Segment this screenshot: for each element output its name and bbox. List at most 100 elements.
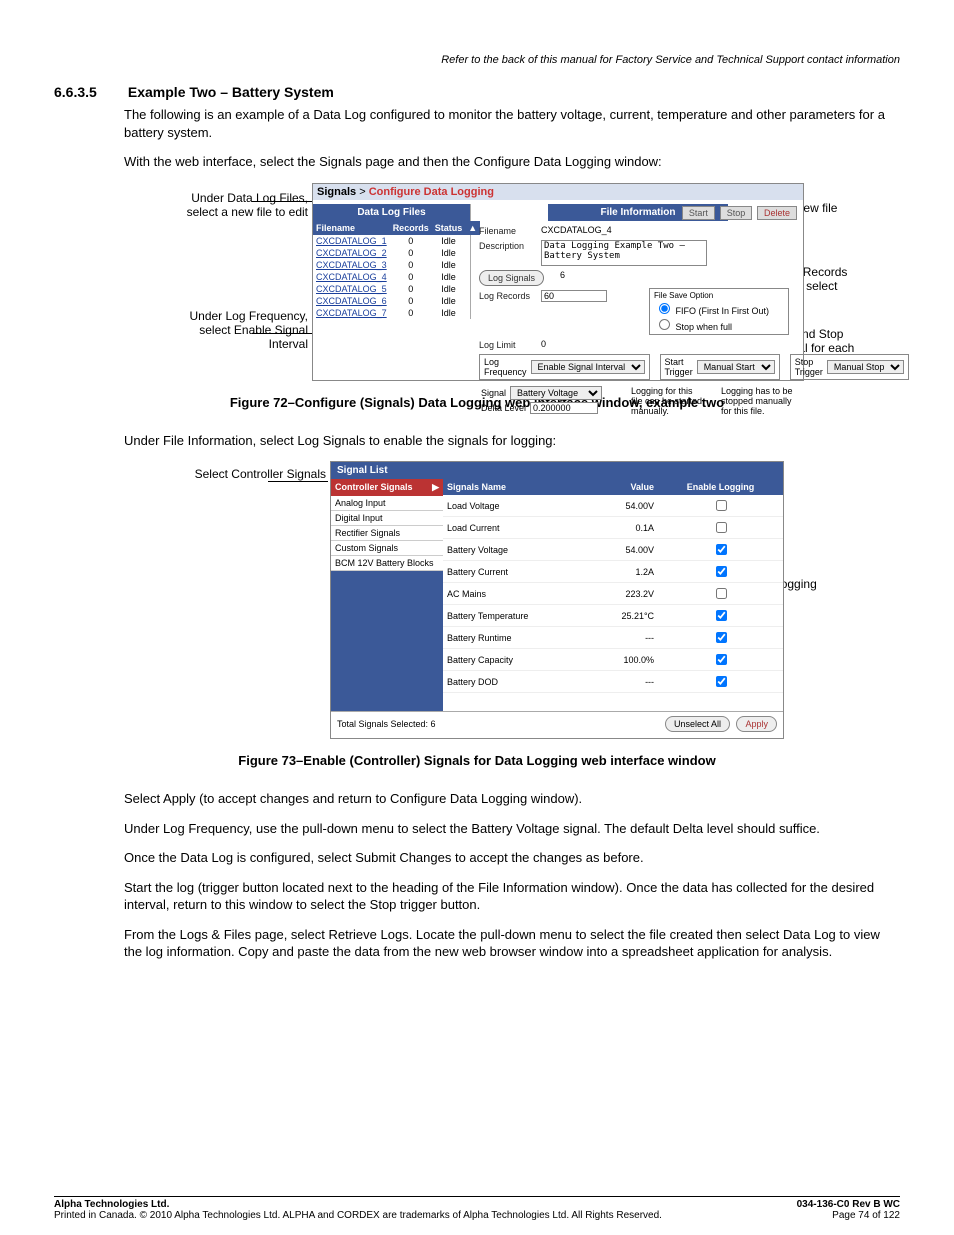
callout-left: Under Log Frequency, select Enable Signa… [168, 309, 308, 351]
unselect-all-button[interactable]: Unselect All [665, 716, 730, 732]
callout-line [268, 481, 328, 482]
section-number: 6.6.3.5 [54, 84, 124, 100]
stop-button[interactable]: Stop [720, 206, 753, 220]
stop-when-full-radio[interactable] [659, 319, 670, 330]
status-cell: Idle [432, 271, 466, 283]
stop-trigger-group: Stop Trigger Manual Stop [790, 354, 909, 380]
total-signals-selected: Total Signals Selected: 6 [337, 719, 436, 729]
figure-caption: Figure 73–Enable (Controller) Signals fo… [54, 753, 900, 768]
start-button[interactable]: Start [682, 206, 715, 220]
value-loglimit: 0 [541, 339, 546, 349]
status-cell: Idle [432, 307, 466, 319]
signal-name-cell: Battery Runtime [443, 627, 591, 649]
records-cell: 0 [390, 295, 432, 307]
log-frequency-group: Log Frequency Enable Signal Interval [479, 354, 650, 380]
filename-link[interactable]: CXCDATALOG_4 [313, 271, 390, 283]
signal-value-cell: 54.00V [591, 539, 658, 561]
paragraph: Start the log (trigger button located ne… [124, 879, 900, 914]
enable-logging-checkbox[interactable] [716, 566, 727, 577]
data-log-files-panel: Data Log Files Filename Records Status ▲… [313, 204, 471, 319]
description-input[interactable]: Data Logging Example Two – Battery Syste… [541, 240, 707, 266]
log-signals-button[interactable]: Log Signals [479, 270, 544, 286]
enable-logging-checkbox[interactable] [716, 522, 727, 533]
enable-logging-checkbox[interactable] [716, 544, 727, 555]
signal-value-cell: 223.2V [591, 583, 658, 605]
section-heading: 6.6.3.5 Example Two – Battery System [54, 84, 900, 100]
apply-button[interactable]: Apply [736, 716, 777, 732]
table-row: AC Mains223.2V [443, 583, 783, 605]
signal-list-window: Signal List Controller Signals ▶ Analog … [330, 461, 784, 739]
sidebar-item[interactable]: Analog Input [331, 496, 443, 511]
signal-name-cell: Battery Voltage [443, 539, 591, 561]
log-records-input[interactable] [541, 290, 607, 302]
records-cell: 0 [390, 283, 432, 295]
sidebar-item[interactable]: Digital Input [331, 511, 443, 526]
stop-trigger-select[interactable]: Manual Stop [827, 360, 904, 374]
filename-link[interactable]: CXCDATALOG_6 [313, 295, 390, 307]
footer-doc-id: 034-136-C0 Rev B WC [797, 1199, 900, 1210]
enable-logging-checkbox[interactable] [716, 610, 727, 621]
panel-title: Data Log Files [313, 204, 470, 221]
signal-select[interactable]: Battery Voltage [510, 386, 602, 400]
table-row[interactable]: CXCDATALOG_30Idle [313, 259, 480, 271]
start-trigger-select[interactable]: Manual Start [697, 360, 775, 374]
sidebar-item[interactable]: BCM 12V Battery Blocks [331, 556, 443, 571]
filename-link[interactable]: CXCDATALOG_3 [313, 259, 390, 271]
enable-logging-checkbox[interactable] [716, 676, 727, 687]
label-stop-trigger: Stop Trigger [795, 357, 823, 377]
records-cell: 0 [390, 271, 432, 283]
signal-name-cell: Load Voltage [443, 495, 591, 517]
callout-left: Under Data Log Files, select a new file … [168, 191, 308, 219]
enable-logging-checkbox[interactable] [716, 654, 727, 665]
paragraph: Under File Information, select Log Signa… [124, 432, 900, 450]
window-title: Signal List [331, 462, 783, 479]
enable-logging-checkbox[interactable] [716, 500, 727, 511]
col-enable-logging[interactable]: Enable Logging [658, 479, 783, 495]
file-save-option-title: File Save Option [654, 291, 784, 300]
sidebar-item[interactable]: Rectifier Signals [331, 526, 443, 541]
signal-name-cell: Battery Capacity [443, 649, 591, 671]
value-filename: CXCDATALOG_4 [541, 225, 612, 235]
status-cell: Idle [432, 259, 466, 271]
col-value[interactable]: Value [591, 479, 658, 495]
log-frequency-select[interactable]: Enable Signal Interval [531, 360, 645, 374]
table-row[interactable]: CXCDATALOG_40Idle [313, 271, 480, 283]
filename-link[interactable]: CXCDATALOG_1 [313, 235, 390, 247]
sidebar-item[interactable]: Custom Signals [331, 541, 443, 556]
label-description: Description [479, 240, 535, 251]
signal-name-cell: AC Mains [443, 583, 591, 605]
table-row[interactable]: CXCDATALOG_70Idle [313, 307, 480, 319]
table-row[interactable]: CXCDATALOG_60Idle [313, 295, 480, 307]
enable-logging-checkbox[interactable] [716, 588, 727, 599]
signal-value-cell: --- [591, 627, 658, 649]
signal-name-cell: Load Current [443, 517, 591, 539]
breadcrumb-signals[interactable]: Signals [317, 186, 356, 198]
table-row[interactable]: CXCDATALOG_10Idle [313, 235, 480, 247]
filename-link[interactable]: CXCDATALOG_5 [313, 283, 390, 295]
label-start-trigger: Start Trigger [665, 357, 693, 377]
delta-level-input[interactable] [530, 402, 598, 414]
table-row: Battery Capacity100.0% [443, 649, 783, 671]
filename-link[interactable]: CXCDATALOG_7 [313, 307, 390, 319]
enable-logging-checkbox[interactable] [716, 632, 727, 643]
page-footer: Alpha Technologies Ltd. Printed in Canad… [54, 1196, 900, 1221]
sidebar-header[interactable]: Controller Signals ▶ [331, 479, 443, 496]
signal-value-cell: 25.21°C [591, 605, 658, 627]
table-row: Battery Temperature25.21°C [443, 605, 783, 627]
stop-when-full-label: Stop when full [676, 322, 733, 332]
label-loglimit: Log Limit [479, 339, 535, 350]
table-row[interactable]: CXCDATALOG_20Idle [313, 247, 480, 259]
col-records[interactable]: Records [390, 221, 432, 235]
col-status[interactable]: Status [432, 221, 466, 235]
paragraph: Once the Data Log is configured, select … [124, 849, 900, 867]
col-filename[interactable]: Filename [313, 221, 390, 235]
col-signal-name[interactable]: Signals Name [443, 479, 591, 495]
status-cell: Idle [432, 235, 466, 247]
expand-icon[interactable]: ▶ [432, 482, 439, 493]
table-row: Load Voltage54.00V [443, 495, 783, 517]
table-row[interactable]: CXCDATALOG_50Idle [313, 283, 480, 295]
fifo-radio[interactable] [659, 303, 670, 314]
delete-button[interactable]: Delete [757, 206, 797, 220]
filename-link[interactable]: CXCDATALOG_2 [313, 247, 390, 259]
data-log-files-table: Filename Records Status ▲ CXCDATALOG_10I… [313, 221, 480, 319]
